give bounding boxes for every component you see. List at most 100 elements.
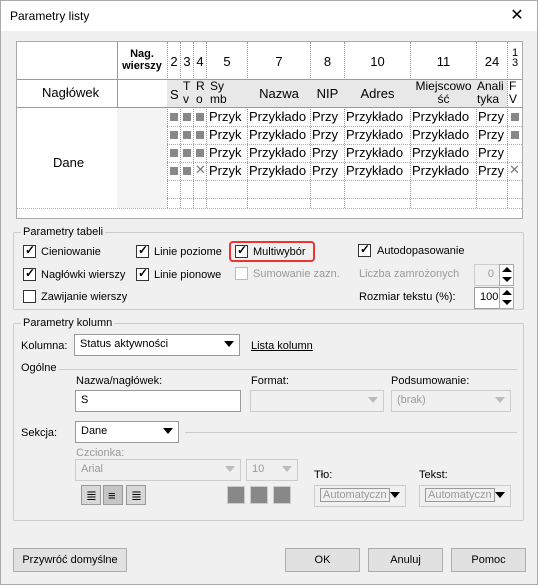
- bold-style-icon[interactable]: [227, 486, 245, 504]
- cell-miejsc: Przykłado: [412, 163, 470, 178]
- col-num-3: 3: [183, 54, 191, 69]
- cell-nip: Przy: [312, 145, 338, 160]
- spin-up-icon[interactable]: [502, 290, 512, 295]
- cell-anal: Przy: [478, 163, 504, 178]
- align-center-icon: ≡: [108, 488, 116, 503]
- tlo-label: Tło:: [314, 469, 333, 481]
- cell-miejsc: Przykłado: [412, 109, 470, 124]
- cell-symb: Przyk: [209, 127, 242, 142]
- col-num-2: 2: [170, 54, 178, 69]
- col-num-7: 7: [275, 54, 283, 69]
- col-num-11: 11: [436, 54, 451, 69]
- sekcja-separator: [185, 432, 517, 433]
- col-name-miejsc: Miejscowo ść: [415, 79, 472, 106]
- spin-up-icon[interactable]: [502, 267, 512, 272]
- sekcja-label: Sekcja:: [21, 427, 58, 439]
- cell-nazwa: Przykłado: [249, 145, 307, 160]
- status-icon: [170, 167, 178, 175]
- nazwa-label: Nazwa/nagłówek:: [76, 375, 163, 387]
- col-name-anal: Anali tyka: [477, 80, 504, 106]
- sekcja-value: Dane: [81, 425, 108, 437]
- sumowanie-label: Sumowanie zazn.: [253, 268, 340, 280]
- cell-nip: Przy: [312, 109, 338, 124]
- close-icon[interactable]: ✕: [507, 5, 527, 25]
- font-size-select[interactable]: 10: [246, 459, 298, 481]
- align-right-button[interactable]: ≣: [126, 485, 146, 505]
- cell-nip: Przy: [312, 127, 338, 142]
- cell-adres: Przykłado: [346, 109, 404, 124]
- rozmiar-spinner[interactable]: [499, 287, 514, 309]
- help-button[interactable]: Pomoc: [451, 548, 526, 572]
- rozmiar-tekstu-input[interactable]: 100: [474, 287, 500, 309]
- nazwa-input[interactable]: S: [75, 390, 241, 412]
- kolumna-select[interactable]: Status aktywności: [74, 334, 240, 356]
- ok-button[interactable]: OK: [285, 548, 360, 572]
- type-icon: [183, 113, 191, 121]
- tekst-label: Tekst:: [419, 469, 448, 481]
- naglowki-wierszy-label: Nagłówki wierszy: [41, 269, 126, 281]
- chevron-down-icon: [495, 492, 505, 498]
- autodopasowanie-checkbox[interactable]: [358, 242, 371, 257]
- dialog-window: Parametry listy ✕ Nag. wierszy 2 3 4 5 7…: [0, 0, 538, 585]
- cell-nazwa: Przykłado: [249, 127, 307, 142]
- align-left-button[interactable]: ≣: [81, 485, 101, 505]
- liczba-spinner[interactable]: [499, 264, 514, 286]
- chevron-down-icon: [368, 397, 378, 403]
- multiwybor-checkbox[interactable]: [235, 243, 248, 258]
- linie-poziome-checkbox[interactable]: [136, 243, 149, 258]
- rozmiar-value: 100: [480, 291, 499, 303]
- cell-nip: Przy: [312, 163, 338, 178]
- restore-defaults-button[interactable]: Przywróć domyślne: [13, 548, 127, 572]
- font-value: Arial: [81, 463, 104, 475]
- tekst-select[interactable]: Automatyczn: [419, 485, 511, 507]
- col-name-fv: F V: [509, 80, 518, 106]
- zawijanie-checkbox[interactable]: [23, 290, 36, 303]
- cieniowanie-checkbox[interactable]: [23, 243, 36, 258]
- column-params-title: Parametry kolumn: [21, 317, 115, 329]
- align-center-button[interactable]: ≡: [103, 485, 123, 505]
- cancel-button[interactable]: Anuluj: [368, 548, 443, 572]
- spin-down-icon[interactable]: [502, 300, 512, 305]
- format-select[interactable]: [250, 390, 384, 412]
- chevron-down-icon: [163, 428, 173, 434]
- sekcja-select[interactable]: Dane: [75, 421, 179, 443]
- col-name-r: R o: [196, 79, 205, 106]
- tekst-value: Automatyczn: [425, 488, 495, 502]
- cell-anal: Przy: [478, 109, 504, 124]
- liczba-value: 0: [487, 268, 494, 280]
- liczba-zamrozonych-input[interactable]: 0: [474, 264, 500, 286]
- underline-style-icon[interactable]: [273, 486, 291, 504]
- title-bar: Parametry listy ✕: [1, 1, 537, 31]
- spin-down-icon[interactable]: [502, 277, 512, 282]
- nag-wierszy-header: Nag. wierszy: [122, 48, 162, 72]
- table-params-title: Parametry tabeli: [21, 226, 106, 238]
- type-icon: [183, 131, 191, 139]
- status-icon: [170, 131, 178, 139]
- linie-poziome-label: Linie poziome: [154, 246, 222, 258]
- row-icon: [196, 131, 204, 139]
- cell-nazwa: Przykłado: [249, 163, 307, 178]
- header-row-label: Nagłówek: [42, 85, 100, 100]
- italic-style-icon[interactable]: [250, 486, 268, 504]
- podsumowanie-select[interactable]: (brak): [391, 390, 511, 412]
- cell-anal: Przy: [478, 127, 504, 142]
- naglowki-wierszy-checkbox[interactable]: [23, 266, 36, 281]
- cell-symb: Przyk: [209, 145, 242, 160]
- col-name-t: T v: [183, 79, 191, 106]
- sumowanie-checkbox[interactable]: [235, 267, 248, 280]
- tlo-select[interactable]: Automatyczn: [314, 485, 406, 507]
- col-name-adres: Adres: [360, 86, 395, 101]
- ogolne-label: Ogólne: [21, 362, 57, 374]
- lista-kolumn-link[interactable]: Lista kolumn: [251, 340, 313, 352]
- multiwybor-label: Multiwybór: [253, 246, 306, 258]
- row-icon: [196, 113, 204, 121]
- podsumowanie-value: (brak): [397, 394, 426, 406]
- type-icon: [183, 167, 191, 175]
- type-icon: [183, 149, 191, 157]
- linie-pionowe-checkbox[interactable]: [136, 266, 149, 281]
- col-num-10: 10: [370, 54, 385, 69]
- cell-nazwa: Przykłado: [249, 109, 307, 124]
- czcionka-label: Czcionka:: [76, 447, 125, 459]
- font-select[interactable]: Arial: [75, 459, 241, 481]
- data-row-label: Dane: [53, 155, 85, 170]
